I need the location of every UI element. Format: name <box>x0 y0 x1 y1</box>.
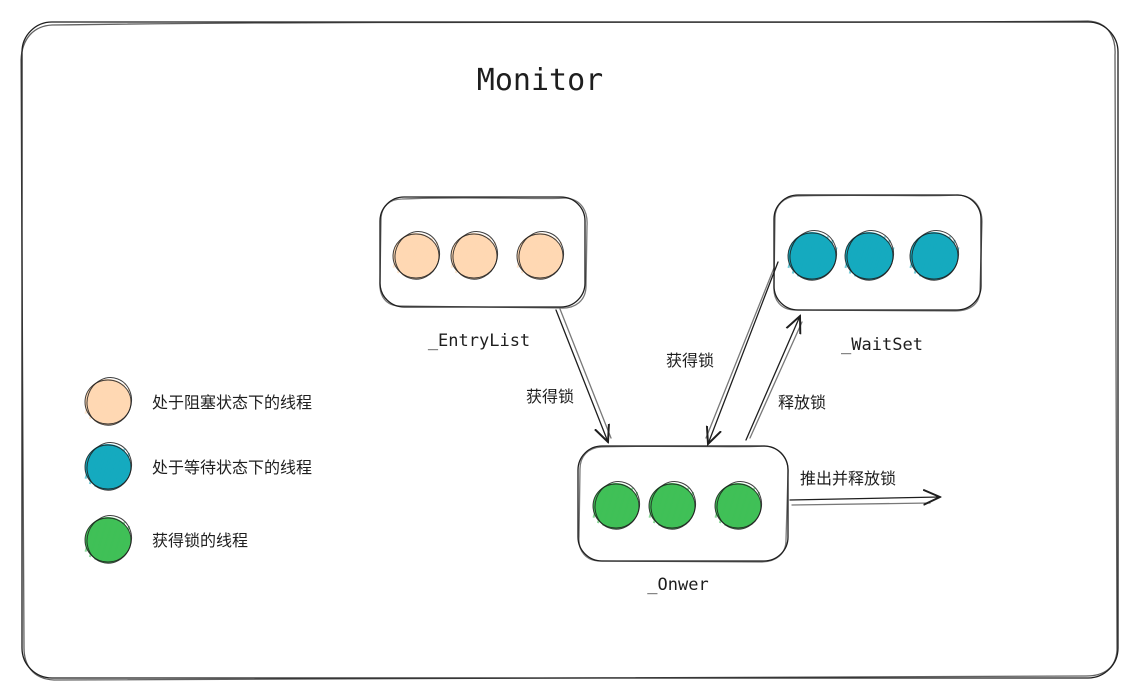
thread-circle-owner <box>648 481 697 530</box>
arrow-owner-exit-label: 推出并释放锁 <box>800 469 896 488</box>
owner-label: _Onwer <box>647 575 708 595</box>
arrow-waitset-to-owner-label: 获得锁 <box>666 351 714 370</box>
thread-circle-blocked <box>450 231 499 280</box>
arrow-entry-to-owner-label: 获得锁 <box>526 387 574 406</box>
legend-swatch-waiting <box>84 442 133 491</box>
thread-circle-blocked <box>392 231 441 280</box>
arrow-entry-to-owner <box>555 308 612 442</box>
monitor-frame <box>20 20 1119 681</box>
thread-circle-waiting <box>909 230 960 281</box>
legend-swatch-owner <box>84 515 133 564</box>
entry-list-threads <box>392 231 565 280</box>
thread-circle-blocked <box>516 231 565 280</box>
wait-set-threads <box>787 230 960 281</box>
legend-label-blocked: 处于阻塞状态下的线程 <box>152 393 312 412</box>
arrow-waitset-to-owner <box>705 261 779 444</box>
legend-item-waiting: 处于等待状态下的线程 <box>84 442 312 491</box>
legend-swatch-blocked <box>84 377 133 426</box>
monitor-diagram: Monitor _EntryList _WaitSet _Onwer 获得锁 获… <box>20 20 1119 681</box>
arrow-owner-to-waitset-label: 释放锁 <box>778 393 826 412</box>
arrow-owner-exit <box>789 497 940 505</box>
legend-label-waiting: 处于等待状态下的线程 <box>152 458 312 477</box>
legend-item-owner: 获得锁的线程 <box>84 515 248 564</box>
thread-circle-waiting <box>787 230 838 281</box>
wait-set-label: _WaitSet <box>841 335 923 355</box>
owner-threads <box>592 481 763 530</box>
arrow-owner-to-waitset <box>745 316 803 441</box>
legend-label-owner: 获得锁的线程 <box>152 531 248 550</box>
thread-circle-waiting <box>844 230 895 281</box>
thread-circle-owner <box>714 481 763 530</box>
legend-item-blocked: 处于阻塞状态下的线程 <box>84 377 312 426</box>
legend: 处于阻塞状态下的线程处于等待状态下的线程获得锁的线程 <box>84 377 312 564</box>
entry-list-label: _EntryList <box>428 331 530 351</box>
thread-circle-owner <box>592 481 641 530</box>
monitor-title: Monitor <box>477 63 603 98</box>
